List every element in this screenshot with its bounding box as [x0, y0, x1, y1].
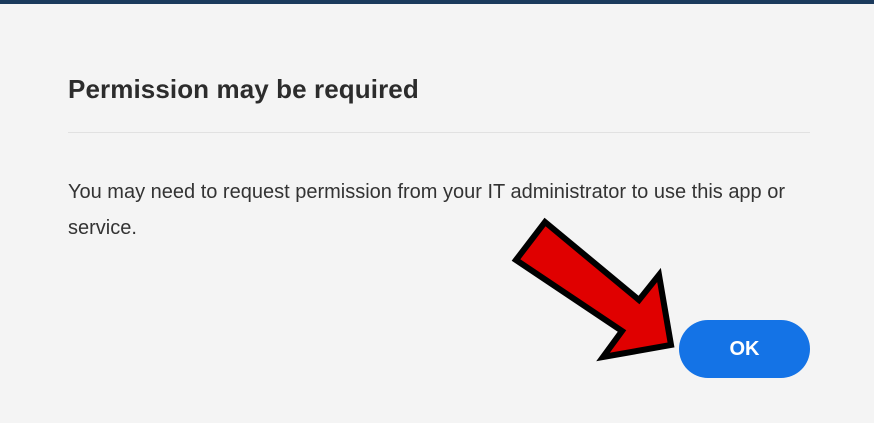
dialog-divider: [68, 132, 810, 133]
dialog-title: Permission may be required: [68, 74, 419, 104]
dialog-message: You may need to request permission from …: [68, 181, 786, 239]
permission-dialog: Permission may be required You may need …: [0, 4, 874, 423]
ok-button[interactable]: OK: [679, 320, 810, 378]
